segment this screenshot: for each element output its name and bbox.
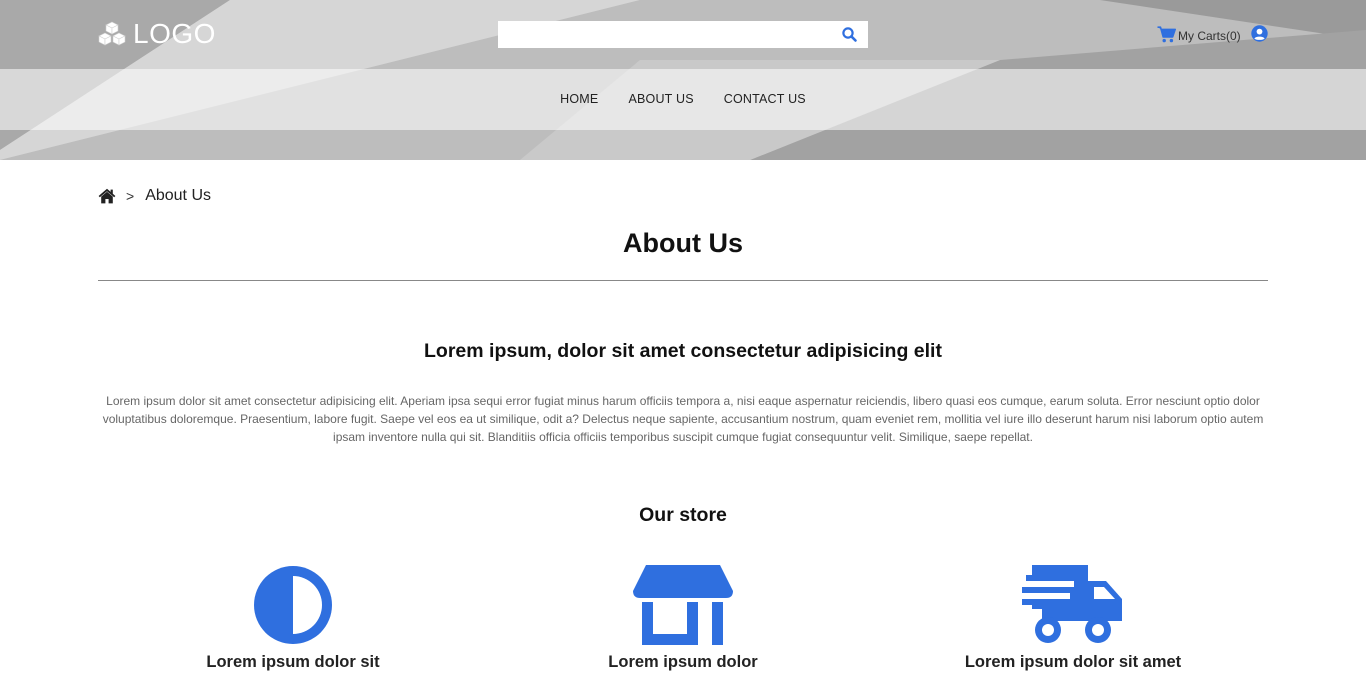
home-icon[interactable] (98, 188, 116, 204)
search-box (498, 21, 868, 48)
feature-item: Lorem ipsum dolor sit amet (923, 565, 1223, 671)
half-circle-icon (254, 566, 332, 644)
breadcrumb-separator: > (126, 188, 135, 204)
breadcrumb: > About Us (98, 187, 211, 205)
user-account-icon[interactable] (1251, 25, 1268, 42)
cart-label: My Carts(0) (1178, 29, 1241, 43)
store-heading: Our store (639, 504, 727, 526)
cart-link[interactable]: My Carts(0) (1157, 25, 1241, 44)
feature-label: Lorem ipsum dolor sit (206, 653, 380, 671)
nav-bar: HOME ABOUT US CONTACT US (0, 69, 1366, 130)
search-icon[interactable] (841, 26, 858, 43)
feature-label: Lorem ipsum dolor sit amet (964, 653, 1182, 671)
shopping-cart-icon (1157, 26, 1176, 43)
nav-item-about-us[interactable]: ABOUT US (613, 69, 708, 130)
breadcrumb-current: About Us (145, 187, 211, 204)
top-bar: LOGO My Carts(0) (0, 0, 1366, 69)
feature-item: Lorem ipsum dolor (533, 565, 833, 671)
intro-paragraph: Lorem ipsum dolor sit amet consectetur a… (102, 394, 1264, 444)
feature-label: Lorem ipsum dolor (608, 653, 758, 671)
nav-item-home[interactable]: HOME (545, 69, 613, 130)
search-input[interactable] (498, 21, 828, 48)
page-title: About Us (623, 228, 743, 258)
title-divider (98, 280, 1268, 281)
header-banner: LOGO My Carts(0) HOME ABOUT US CONTACT U… (0, 0, 1366, 160)
store-icon (633, 565, 733, 645)
intro-heading: Lorem ipsum, dolor sit amet consectetur … (424, 340, 942, 362)
logo-text: LOGO (133, 18, 216, 49)
cubes-icon (98, 21, 126, 46)
main-nav: HOME ABOUT US CONTACT US (0, 69, 1366, 130)
delivery-truck-icon (1022, 565, 1122, 643)
logo[interactable]: LOGO (98, 19, 216, 49)
nav-item-contact-us[interactable]: CONTACT US (709, 69, 821, 130)
feature-item: Lorem ipsum dolor sit (143, 565, 443, 671)
